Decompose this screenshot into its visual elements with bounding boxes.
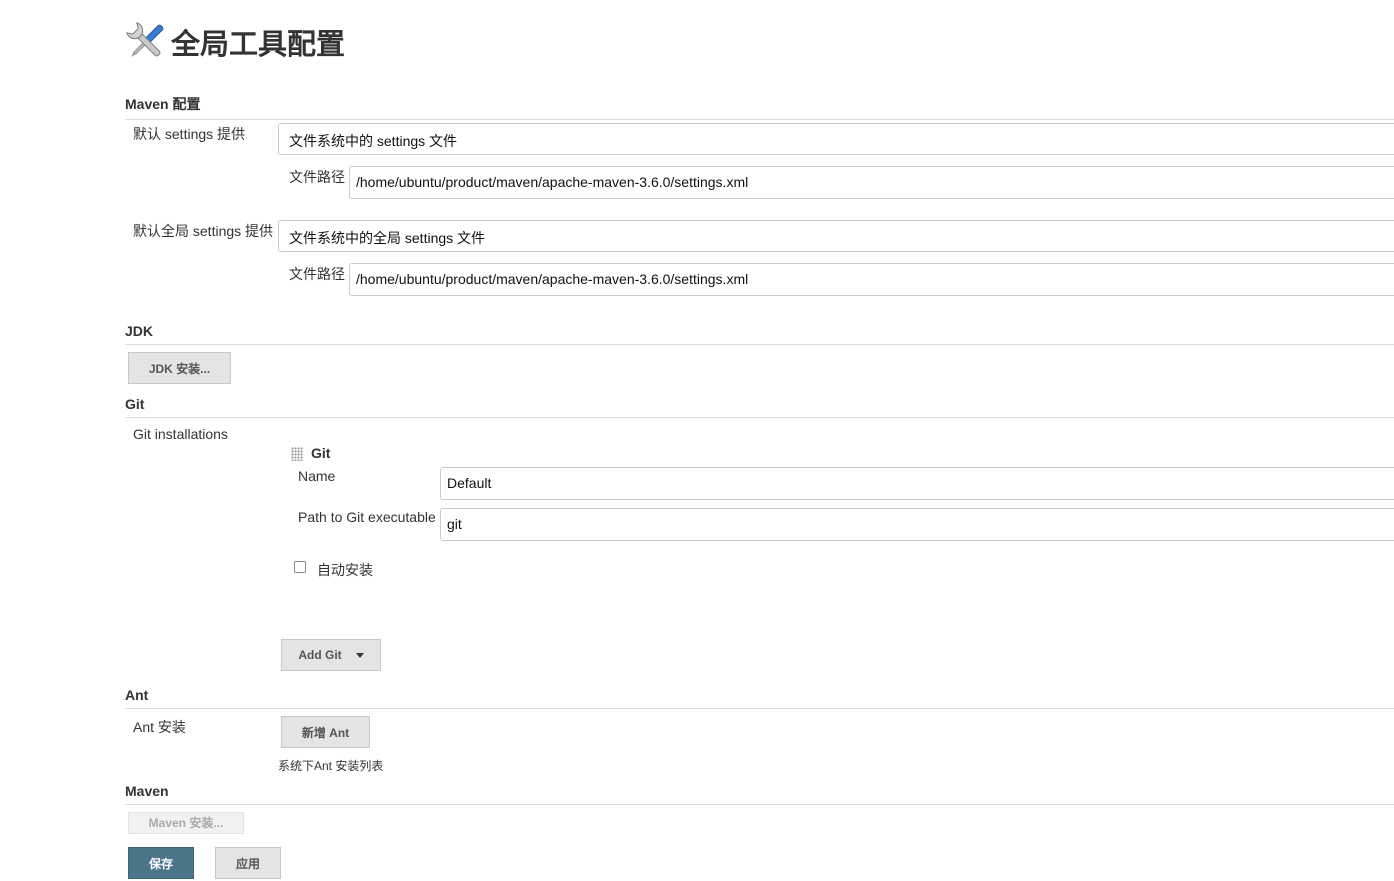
- global-settings-selected-value: 文件系统中的全局 settings 文件: [289, 230, 486, 246]
- auto-install-checkbox[interactable]: [294, 561, 306, 573]
- page-header: 全局工具配置: [122, 18, 345, 66]
- git-path-value: git: [447, 516, 462, 532]
- maven-install-button[interactable]: Maven 安装...: [128, 812, 244, 834]
- git-path-input[interactable]: git: [440, 508, 1394, 541]
- maven-section-header: Maven: [125, 783, 1394, 805]
- auto-install-label: 自动安装: [317, 562, 373, 578]
- add-ant-button[interactable]: 新增 Ant: [281, 716, 370, 748]
- global-settings-path-input[interactable]: /home/ubuntu/product/maven/apache-maven-…: [349, 263, 1394, 296]
- git-name-label: Name: [298, 468, 336, 484]
- default-settings-selected-value: 文件系统中的 settings 文件: [289, 133, 458, 149]
- page-title: 全局工具配置: [171, 27, 346, 61]
- global-settings-label: 默认全局 settings 提供: [133, 223, 274, 239]
- apply-button[interactable]: 应用: [215, 847, 281, 879]
- global-settings-select[interactable]: 文件系统中的全局 settings 文件: [278, 220, 1394, 252]
- default-settings-path-input[interactable]: /home/ubuntu/product/maven/apache-maven-…: [349, 166, 1394, 199]
- add-git-button[interactable]: Add Git: [281, 639, 381, 671]
- tools-icon: [126, 22, 164, 57]
- ant-section-header: Ant: [125, 687, 1394, 709]
- default-settings-path-label: 文件路径: [289, 169, 345, 185]
- git-path-label: Path to Git executable: [298, 509, 436, 525]
- ant-note: 系统下Ant 安装列表: [278, 759, 384, 773]
- add-git-label: Add Git: [298, 648, 342, 662]
- jdk-install-button[interactable]: JDK 安装...: [128, 352, 231, 384]
- default-settings-label: 默认 settings 提供: [133, 126, 246, 142]
- ant-install-label: Ant 安装: [133, 719, 186, 735]
- git-name-value: Default: [447, 475, 492, 491]
- git-item-title: Git: [311, 445, 331, 461]
- drag-handle-icon[interactable]: [291, 447, 303, 461]
- global-settings-path-label: 文件路径: [289, 266, 345, 282]
- git-installations-label: Git installations: [133, 426, 228, 442]
- chevron-down-icon: [355, 652, 364, 658]
- default-settings-path-value: /home/ubuntu/product/maven/apache-maven-…: [356, 174, 749, 190]
- default-settings-select[interactable]: 文件系统中的 settings 文件: [278, 123, 1394, 155]
- global-settings-path-value: /home/ubuntu/product/maven/apache-maven-…: [356, 271, 749, 287]
- global-tool-config-page: 全局工具配置 Maven 配置 默认 settings 提供 文件系统中的 se…: [0, 0, 1394, 881]
- jdk-section-header: JDK: [125, 323, 1394, 345]
- save-button[interactable]: 保存: [128, 847, 194, 879]
- git-section-header: Git: [125, 396, 1394, 418]
- git-name-input[interactable]: Default: [440, 467, 1394, 500]
- maven-config-section-header: Maven 配置: [125, 94, 1394, 120]
